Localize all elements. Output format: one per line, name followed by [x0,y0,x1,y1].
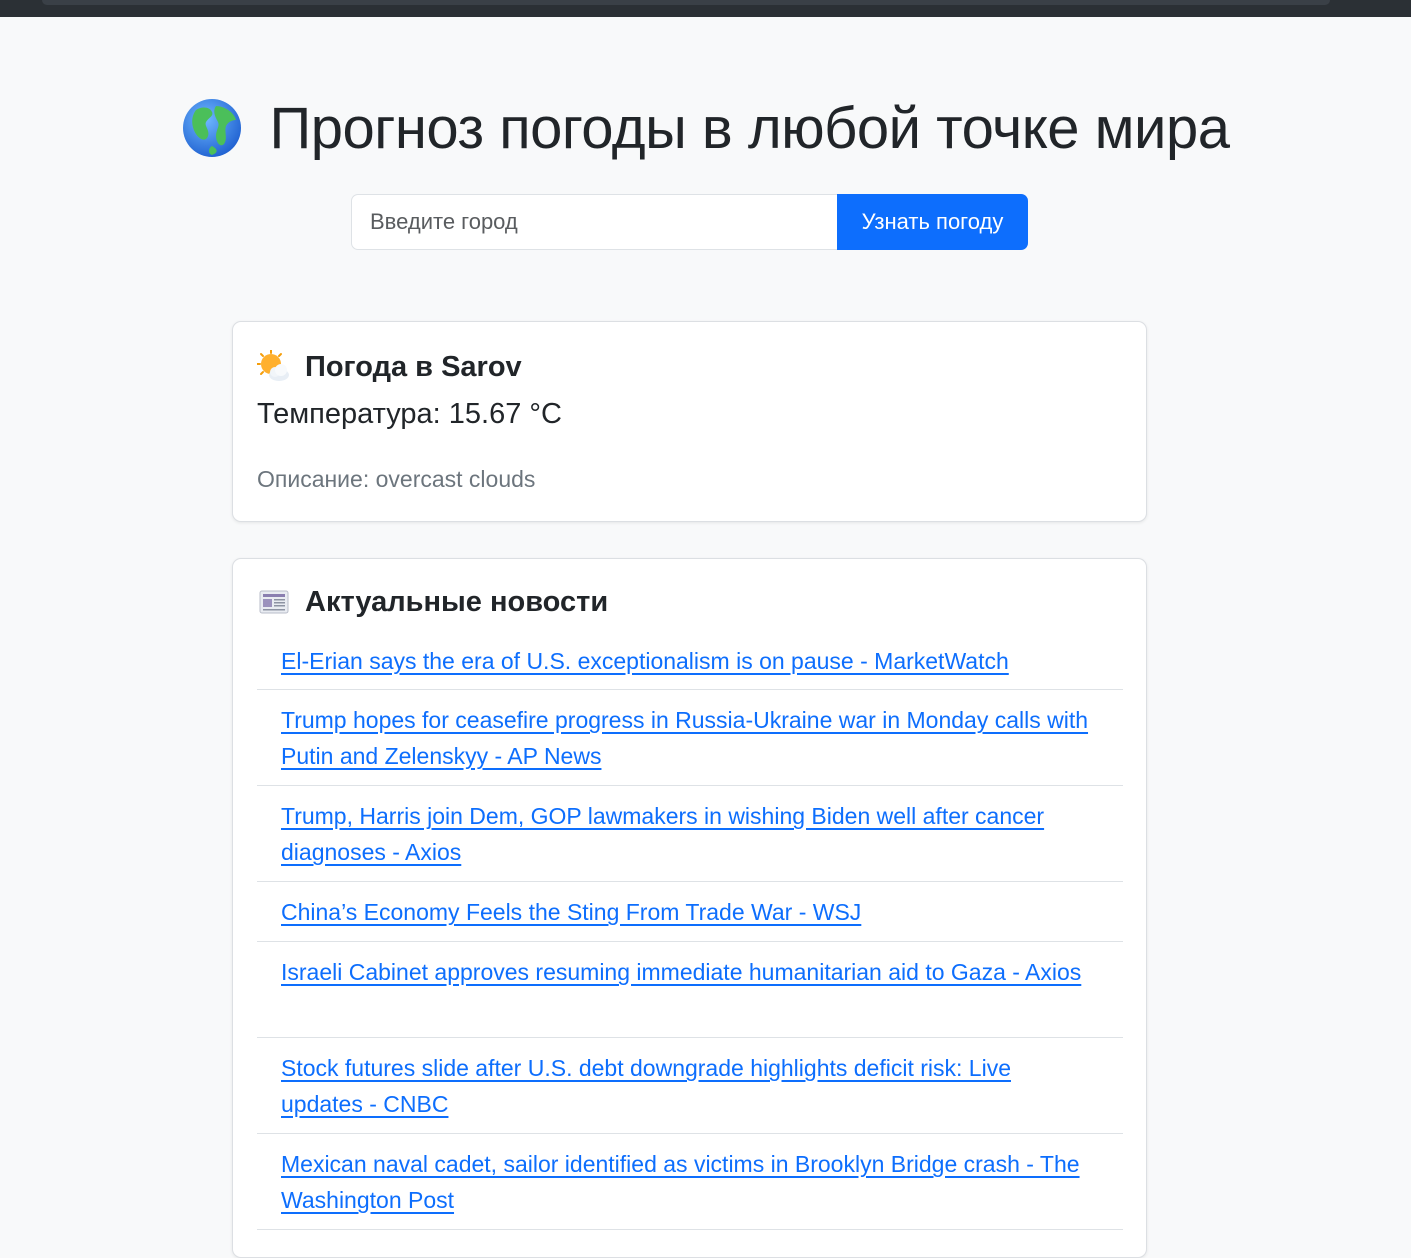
news-link[interactable]: El-Erian says the era of U.S. exceptiona… [281,648,1009,674]
city-input[interactable] [351,194,837,250]
weather-card-title: Погода в Sarov [257,350,522,384]
weather-title: Погода в Sarov [305,350,522,383]
news-list: El-Erian says the era of U.S. exceptiona… [257,643,1123,1230]
news-link[interactable]: Trump hopes for ceasefire progress in Ru… [281,707,1088,769]
news-link[interactable]: China’s Economy Feels the Sting From Tra… [281,899,861,925]
news-item: Stock futures slide after U.S. debt down… [257,1038,1123,1134]
news-card: Актуальные новости El-Erian says the era… [232,558,1147,1258]
news-link[interactable]: Trump, Harris join Dem, GOP lawmakers in… [281,803,1044,865]
city-search-form: Узнать погоду [351,194,1028,250]
news-item: Israeli Cabinet approves resuming immedi… [257,942,1123,1038]
weather-description: Описание: overcast clouds [257,466,536,492]
news-item: Trump hopes for ceasefire progress in Ru… [257,690,1123,786]
news-item: China’s Economy Feels the Sting From Tra… [257,882,1123,942]
page-header: Прогноз погоды в любой точке мира [0,90,1411,166]
get-weather-button[interactable]: Узнать погоду [837,194,1028,250]
news-link[interactable]: Israeli Cabinet approves resuming immedi… [281,959,1081,985]
news-card-title: Актуальные новости [257,585,608,619]
news-link[interactable]: Mexican naval cadet, sailor identified a… [281,1151,1080,1213]
news-item: Mexican naval cadet, sailor identified a… [257,1134,1123,1230]
top-bar-edge [42,0,1330,5]
news-link[interactable]: Stock futures slide after U.S. debt down… [281,1055,1011,1117]
news-item: El-Erian says the era of U.S. exceptiona… [257,643,1123,690]
temperature-text: Температура: 15.67 °C [257,398,562,430]
browser-top-bar [0,0,1411,17]
page-title: Прогноз погоды в любой точке мира [269,95,1230,161]
news-title: Актуальные новости [305,585,609,618]
newspaper-icon [259,590,289,614]
sun-behind-cloud-icon [257,350,289,381]
globe-icon [182,99,241,157]
news-item: Trump, Harris join Dem, GOP lawmakers in… [257,786,1123,882]
weather-card: Погода в Sarov Температура: 15.67 °C Опи… [232,321,1147,522]
